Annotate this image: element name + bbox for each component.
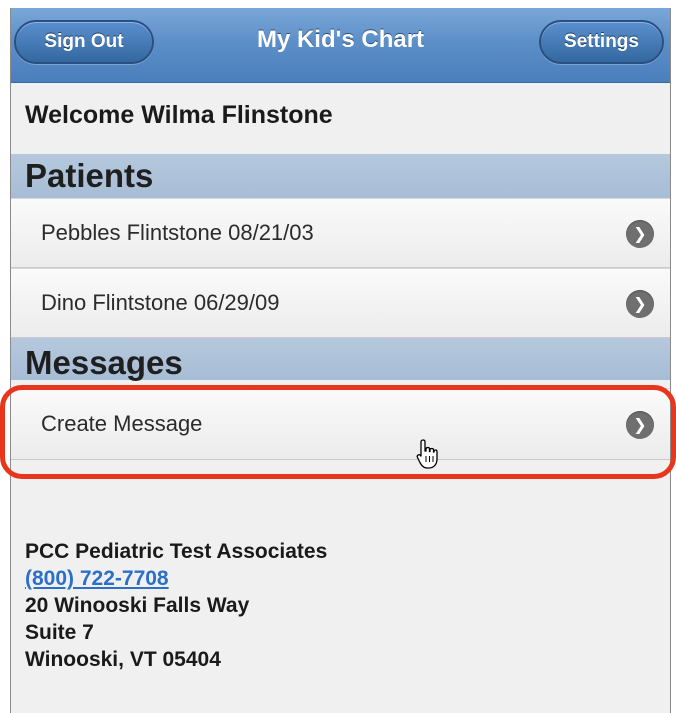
address-line-2: Suite 7 xyxy=(25,621,94,644)
patient-name: Dino Flintstone 06/29/09 xyxy=(41,290,280,315)
header-bar: Sign Out My Kid's Chart Settings xyxy=(11,8,670,83)
practice-name: PCC Pediatric Test Associates xyxy=(25,540,328,563)
create-message-label: Create Message xyxy=(41,411,203,436)
address-city: Winooski, VT 05404 xyxy=(25,648,221,671)
phone-link[interactable]: (800) 722-7708 xyxy=(25,567,169,590)
hand-pointer-icon xyxy=(416,439,438,469)
messages-heading: Messages xyxy=(11,338,670,381)
patient-name: Pebbles Flintstone 08/21/03 xyxy=(41,220,314,245)
patient-row[interactable]: Dino Flintstone 06/29/09 ❯ xyxy=(11,268,670,338)
address-line-1: 20 Winooski Falls Way xyxy=(25,594,250,617)
create-message-row[interactable]: Create Message ❯ xyxy=(11,388,670,460)
chevron-right-icon: ❯ xyxy=(626,290,654,318)
chevron-right-icon: ❯ xyxy=(626,220,654,248)
welcome-text: Welcome Wilma Flinstone xyxy=(25,101,333,129)
patients-heading: Patients xyxy=(11,154,670,198)
practice-info: PCC Pediatric Test Associates (800) 722-… xyxy=(25,538,327,673)
patient-row[interactable]: Pebbles Flintstone 08/21/03 ❯ xyxy=(11,198,670,268)
chevron-right-icon: ❯ xyxy=(626,411,654,439)
app-screen: Sign Out My Kid's Chart Settings Welcome… xyxy=(10,8,671,713)
settings-button[interactable]: Settings xyxy=(539,20,664,64)
